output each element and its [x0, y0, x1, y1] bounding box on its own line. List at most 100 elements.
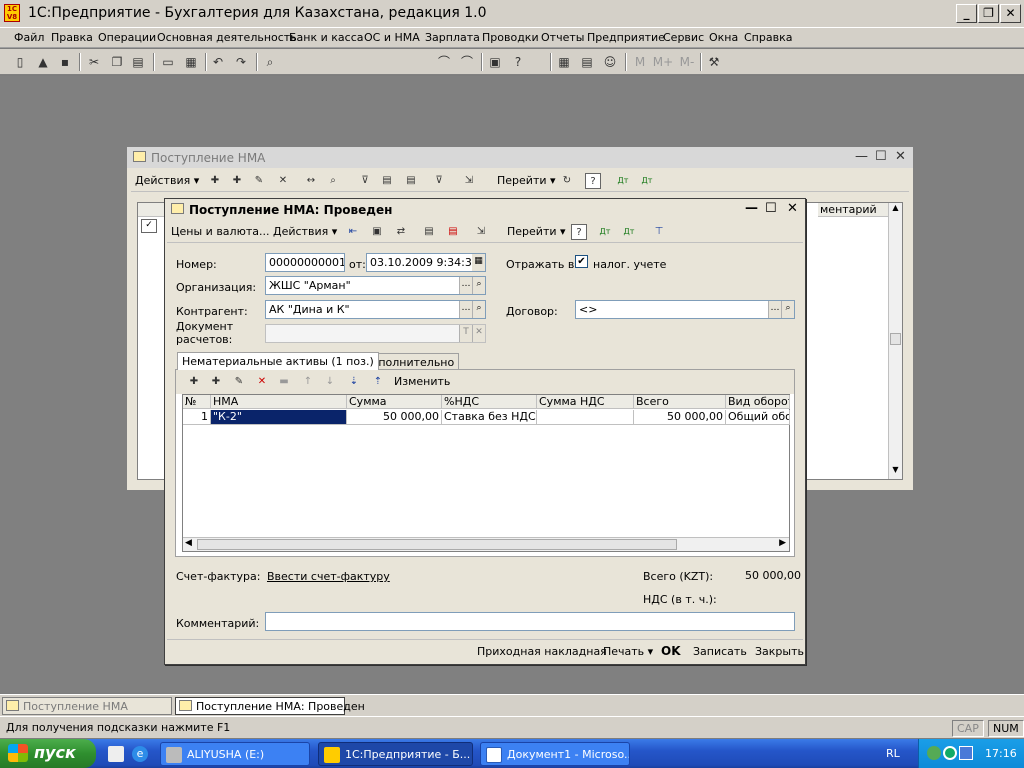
taskbar-item-word[interactable]: Документ1 - Microso...	[480, 742, 630, 766]
grid-delete-icon[interactable]: ✕	[254, 374, 270, 390]
table-row-total[interactable]: 50 000,00	[634, 410, 726, 425]
paste-icon[interactable]: ▤	[130, 54, 146, 70]
tax-accounting-checkbox[interactable]: ✔	[575, 255, 588, 268]
date-field[interactable]: 03.10.2009 9:34:37 ▦	[366, 253, 486, 272]
windows-icon[interactable]: ▣	[487, 54, 503, 70]
counterparty-field[interactable]: АК "Дина и К" … ⌕	[265, 300, 486, 319]
enter-on-basis-icon[interactable]: ⇲	[461, 173, 477, 189]
tools-icon[interactable]: ⚒	[706, 54, 722, 70]
show-desktop-icon[interactable]	[108, 746, 124, 762]
settlement-type-icon[interactable]: T	[459, 325, 472, 342]
list-maximize-button[interactable]: ☐	[875, 150, 887, 164]
grid-edit-icon[interactable]: ✎	[231, 374, 247, 390]
window-tab-list[interactable]: Поступление НМА	[2, 697, 172, 715]
grid-add-icon[interactable]: ✚	[186, 374, 202, 390]
open-icon[interactable]: ▲	[35, 54, 51, 70]
tray-app-icon[interactable]	[927, 746, 941, 760]
minimize-button[interactable]: _	[956, 4, 977, 23]
memory-minus-button[interactable]: M-	[676, 54, 698, 70]
print-icon[interactable]: ▭	[160, 54, 176, 70]
organization-field[interactable]: ЖШС "Арман" … ⌕	[265, 276, 486, 295]
scroll-left-icon[interactable]: ◀	[185, 538, 192, 548]
grid-hscroll[interactable]: ◀ ▶	[183, 537, 789, 551]
save-icon[interactable]: ▪	[57, 54, 73, 70]
comment-field[interactable]	[265, 612, 795, 631]
close-doc-button[interactable]: Закрыть	[755, 645, 804, 658]
hscroll-thumb[interactable]	[197, 539, 677, 550]
table-row-vat-sum[interactable]	[537, 410, 634, 425]
memory-m-button[interactable]: M	[632, 54, 648, 70]
tray-status-icon[interactable]	[943, 746, 957, 760]
add-icon[interactable]: ✚	[207, 173, 223, 189]
help-icon[interactable]: ?	[585, 173, 601, 189]
refresh-icon[interactable]: ↻	[559, 173, 575, 189]
settlement-doc-field[interactable]: T ✕	[265, 324, 486, 343]
col-header-vat-sum[interactable]: Сумма НДС	[537, 395, 634, 409]
undo-icon[interactable]: ↶	[210, 54, 226, 70]
move-up-icon[interactable]: ↑	[300, 374, 316, 390]
new-document-icon[interactable]: ▯	[12, 54, 28, 70]
invoice-link[interactable]: Ввести счет-фактуру	[267, 570, 390, 583]
struct-icon[interactable]: ⊤	[651, 224, 667, 240]
redo-icon[interactable]: ↷	[233, 54, 249, 70]
help-1c-icon[interactable]: ?	[510, 54, 526, 70]
user-icon[interactable]: ☺	[602, 54, 618, 70]
move-down-icon[interactable]: ↓	[322, 374, 338, 390]
calendar-icon[interactable]: ▤	[579, 54, 595, 70]
menu-help[interactable]: Справка	[744, 31, 792, 44]
preview-icon[interactable]: ▦	[183, 54, 199, 70]
memory-plus-button[interactable]: M+	[652, 54, 674, 70]
grid-edit-button[interactable]: Изменить	[394, 375, 450, 388]
calculator-icon[interactable]: ▦	[556, 54, 572, 70]
doc-maximize-button[interactable]: ☐	[765, 202, 777, 216]
based-on-icon[interactable]: ⇲	[473, 224, 489, 240]
unpost-doc-icon[interactable]: ▤	[445, 224, 461, 240]
counterparty-select-button[interactable]: …	[459, 301, 472, 318]
move-left-icon[interactable]: ⇤	[345, 224, 361, 240]
doc-help-icon[interactable]: ?	[571, 224, 587, 240]
start-button[interactable]: пуск	[0, 739, 96, 768]
menu-entries[interactable]: Проводки	[482, 31, 539, 44]
nma-grid[interactable]: № НМА Сумма %НДС Сумма НДС Всего Вид обо…	[182, 394, 790, 552]
calendar-picker-icon[interactable]: ▦	[472, 254, 485, 271]
table-row-sum[interactable]: 50 000,00	[347, 410, 442, 425]
col-header-vat-rate[interactable]: %НДС	[442, 395, 537, 409]
taskbar-item-drive[interactable]: ALIYUSHA (E:)	[160, 742, 310, 766]
ok-button[interactable]: OK	[661, 644, 681, 658]
refill-icon[interactable]: ⇄	[393, 224, 409, 240]
tab-intangible-assets[interactable]: Нематериальные активы (1 поз.)	[177, 352, 379, 370]
scroll-thumb[interactable]	[890, 333, 901, 345]
cut-icon[interactable]: ✂	[86, 54, 102, 70]
settlement-clear-icon[interactable]: ✕	[472, 325, 485, 342]
doc-entries-n-icon[interactable]: Дт	[621, 224, 637, 240]
post-icon[interactable]: ▤	[379, 173, 395, 189]
menu-main-activity[interactable]: Основная деятельность	[157, 31, 297, 44]
list-vscroll[interactable]: ▲ ▼	[888, 203, 902, 479]
sort-desc-icon[interactable]: ⇡	[370, 374, 386, 390]
doc-entries-icon[interactable]: Дт	[597, 224, 613, 240]
delete-icon[interactable]: ✕	[275, 173, 291, 189]
print-menu-button[interactable]: Печать ▾	[603, 645, 653, 658]
col-header-turnover[interactable]: Вид оборота	[726, 395, 790, 409]
copy-icon[interactable]: ❐	[109, 54, 125, 70]
taskbar-item-1c[interactable]: 1С:Предприятие - Б...	[318, 742, 473, 766]
language-indicator[interactable]: RL	[886, 747, 900, 760]
menu-service[interactable]: Сервис	[663, 31, 704, 44]
organization-open-icon[interactable]: ⌕	[472, 277, 485, 294]
unpost-icon[interactable]: ▤	[403, 173, 419, 189]
menu-file[interactable]: Файл	[14, 31, 44, 44]
list-close-button[interactable]: ✕	[895, 150, 906, 164]
menu-bank-cash[interactable]: Банк и касса	[289, 31, 364, 44]
contract-field[interactable]: <> … ⌕	[575, 300, 795, 319]
col-header-total[interactable]: Всего	[634, 395, 726, 409]
save-button[interactable]: Записать	[693, 645, 747, 658]
contract-open-icon[interactable]: ⌕	[781, 301, 794, 318]
internet-explorer-icon[interactable]: e	[132, 746, 148, 762]
list-actions-menu[interactable]: Действия ▾	[135, 174, 199, 187]
receipt-invoice-button[interactable]: Приходная накладная	[477, 645, 607, 658]
prices-currency-button[interactable]: Цены и валюта...	[171, 225, 269, 238]
table-row-vat-rate[interactable]: Ставка без НДС	[442, 410, 537, 425]
filter-icon[interactable]: ⊽	[357, 173, 373, 189]
number-field[interactable]: 00000000001	[265, 253, 345, 272]
menu-fixed-assets[interactable]: ОС и НМА	[364, 31, 420, 44]
